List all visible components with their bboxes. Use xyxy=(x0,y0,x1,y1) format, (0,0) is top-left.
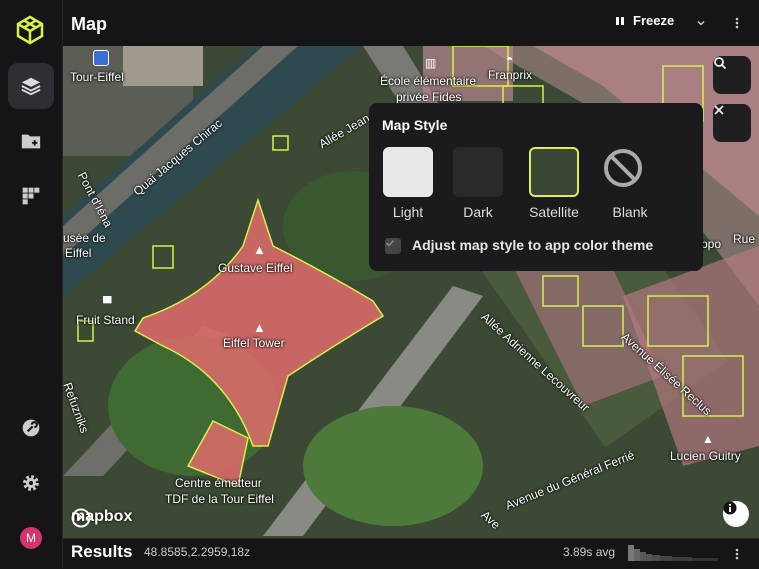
search-icon xyxy=(714,57,727,70)
poi-label: privée Fides xyxy=(396,90,462,104)
latency-histogram xyxy=(628,545,718,561)
satellite-thumbnail xyxy=(529,147,579,197)
subway-icon[interactable] xyxy=(93,50,109,66)
more-vertical-icon xyxy=(735,17,739,29)
chevron-down-icon xyxy=(697,20,705,26)
style-option-blank[interactable]: Blank xyxy=(602,147,658,220)
style-option-label: Light xyxy=(392,204,424,220)
poi-label: École élémentaire xyxy=(380,74,477,88)
header: Map Freeze xyxy=(63,0,759,46)
layers-icon xyxy=(21,77,41,96)
mapbox-logo-icon xyxy=(71,508,91,528)
checkmark-icon xyxy=(385,239,395,247)
avatar: M xyxy=(20,527,42,549)
map-canvas[interactable]: Tour-Eiffel École élémentaire privée Fid… xyxy=(63,46,759,538)
pause-icon xyxy=(616,16,624,25)
mapbox-attribution[interactable]: mapbox xyxy=(71,508,132,528)
sidebar: M xyxy=(0,0,63,568)
page-title: Map xyxy=(71,14,107,34)
monument-icon[interactable]: ▲ xyxy=(253,320,266,335)
poi-label: Gustave Eiffel xyxy=(218,261,293,275)
sidebar-item-account[interactable]: M xyxy=(8,515,54,561)
blank-thumbnail xyxy=(604,147,655,197)
road-label: ppo xyxy=(701,237,722,251)
freeze-dropdown[interactable] xyxy=(692,14,710,32)
theatre-icon[interactable]: ▲ xyxy=(702,432,714,446)
monument-icon[interactable]: ▲ xyxy=(253,242,266,257)
info-icon xyxy=(723,501,737,515)
close-icon xyxy=(714,105,724,115)
results-bar: Results 48.8585,2.2959,18z 3.89s avg xyxy=(63,538,759,569)
light-thumbnail xyxy=(383,147,433,197)
map-style-title: Map Style xyxy=(382,117,448,133)
road-label: Rue xyxy=(733,232,756,246)
info-button[interactable] xyxy=(723,501,749,527)
style-option-satellite[interactable]: Satellite xyxy=(526,147,582,220)
header-more-button[interactable] xyxy=(728,14,746,32)
results-title[interactable]: Results xyxy=(71,542,132,562)
style-option-light[interactable]: Light xyxy=(380,147,436,220)
poi-label: TDF de la Tour Eiffel xyxy=(165,492,274,506)
poi-label: Tour-Eiffel xyxy=(70,70,124,84)
adjust-theme-checkbox[interactable] xyxy=(385,238,401,254)
shop-icon[interactable]: ◓ xyxy=(506,52,513,66)
dark-thumbnail xyxy=(453,147,503,197)
poi-label: Fruit Stand xyxy=(76,313,135,327)
sidebar-item-dashboard[interactable] xyxy=(8,173,54,219)
map-style-close-button[interactable] xyxy=(713,104,751,142)
folder-add-icon xyxy=(21,134,41,149)
sidebar-item-settings[interactable] xyxy=(8,460,54,506)
poi-label: Franprix xyxy=(488,68,533,82)
poi-label: Lucien Guitry xyxy=(670,449,741,463)
freeze-button[interactable]: Freeze xyxy=(615,13,674,28)
results-more-button[interactable] xyxy=(728,545,746,563)
map-coordinates: 48.8585,2.2959,18z xyxy=(144,545,251,559)
poi-label: Eiffel xyxy=(65,246,92,260)
style-option-dark[interactable]: Dark xyxy=(450,147,506,220)
adjust-theme-label[interactable]: Adjust map style to app color theme xyxy=(412,237,653,253)
map-search-button[interactable] xyxy=(713,56,751,94)
style-option-label: Satellite xyxy=(529,204,579,220)
freeze-label: Freeze xyxy=(633,13,675,28)
dashboard-icon xyxy=(22,187,40,205)
poi-label: Centre émetteur xyxy=(175,476,262,490)
wrench-icon xyxy=(22,419,40,437)
gear-icon xyxy=(23,475,39,491)
poi-label: Eiffel Tower xyxy=(223,336,285,350)
sidebar-item-tools[interactable] xyxy=(8,405,54,451)
poi-label: usée de xyxy=(63,231,106,245)
style-option-label: Blank xyxy=(612,204,648,220)
latency-average: 3.89s avg xyxy=(563,545,616,559)
style-option-label: Dark xyxy=(463,204,493,220)
sidebar-item-layers[interactable] xyxy=(8,63,54,109)
sidebar-item-add-folder[interactable] xyxy=(8,118,54,164)
blank-icon xyxy=(604,149,642,187)
map-style-panel: Map Style Light Dark Satellite Blank Adj… xyxy=(369,103,703,271)
app-logo[interactable] xyxy=(14,14,46,46)
school-icon[interactable]: ▥ xyxy=(425,56,436,70)
more-vertical-icon xyxy=(735,548,739,560)
logo-icon xyxy=(16,15,44,45)
cart-icon[interactable]: ▀ xyxy=(103,296,112,310)
